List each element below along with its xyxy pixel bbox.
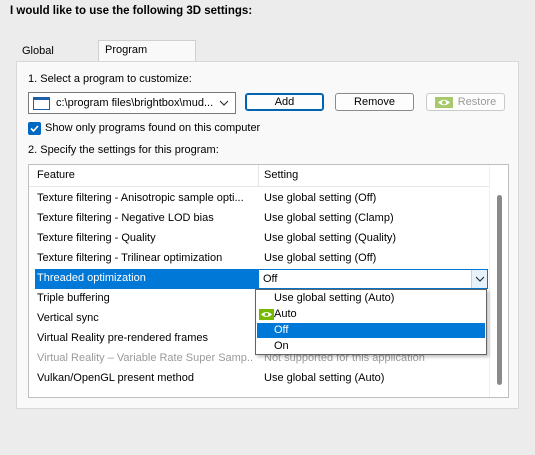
restore-button[interactable]: Restore: [426, 93, 505, 111]
setting-cell: Use global setting (Off): [264, 252, 377, 264]
dropdown-option[interactable]: On: [257, 339, 485, 354]
vertical-scrollbar[interactable]: [489, 165, 508, 397]
nvidia-logo-icon: [434, 96, 453, 108]
table-row[interactable]: Texture filtering - Negative LOD bias Us…: [29, 209, 489, 229]
add-button[interactable]: Add: [245, 93, 324, 111]
settings-grid: Feature Setting Texture filtering - Anis…: [28, 164, 509, 398]
table-row[interactable]: Vulkan/OpenGL present method Use global …: [29, 369, 489, 389]
setting-cell: Use global setting (Quality): [264, 232, 397, 244]
feature-cell: Triple buffering: [37, 292, 110, 304]
setting-column-header[interactable]: Setting: [264, 169, 298, 181]
program-select-value: c:\program files\brightbox\mud...: [56, 97, 214, 109]
chevron-down-icon: [475, 276, 485, 282]
program-icon: [33, 96, 50, 110]
grid-header: Feature Setting: [29, 165, 489, 187]
check-icon: [30, 125, 39, 133]
setting-cell: Use global setting (Clamp): [264, 212, 394, 224]
dropdown-option[interactable]: Use global setting (Auto): [257, 291, 485, 306]
select-program-label: 1. Select a program to customize:: [28, 73, 192, 85]
scrollbar-thumb[interactable]: [497, 195, 502, 385]
table-row[interactable]: Texture filtering - Trilinear optimizati…: [29, 249, 489, 269]
option-label: Off: [274, 324, 289, 336]
feature-cell: Texture filtering - Anisotropic sample o…: [37, 192, 244, 204]
tab-program-settings[interactable]: Program Settings: [98, 40, 196, 75]
show-only-checkbox[interactable]: [28, 122, 41, 135]
option-label: On: [274, 340, 289, 352]
nvidia-logo-icon: [259, 309, 274, 320]
remove-button[interactable]: Remove: [335, 93, 414, 111]
feature-cell: Texture filtering - Trilinear optimizati…: [37, 252, 223, 264]
dropdown-option-selected[interactable]: Off: [257, 323, 485, 338]
table-row-selected[interactable]: Threaded optimization Off: [29, 269, 489, 289]
option-label: Auto: [274, 308, 297, 320]
specify-settings-label: 2. Specify the settings for this program…: [28, 144, 219, 156]
column-divider[interactable]: [258, 165, 259, 187]
feature-column-header[interactable]: Feature: [37, 169, 75, 181]
setting-combo[interactable]: Off: [258, 269, 488, 289]
feature-cell: Virtual Reality pre-rendered frames: [37, 332, 208, 344]
combo-dropdown-button[interactable]: [471, 270, 487, 288]
setting-dropdown-list: Use global setting (Auto) Auto Off On: [255, 289, 487, 355]
page-heading: I would like to use the following 3D set…: [10, 5, 253, 17]
tab-global-settings[interactable]: Global Settings: [16, 42, 98, 76]
table-row[interactable]: Texture filtering - Anisotropic sample o…: [29, 189, 489, 209]
option-label: Use global setting (Auto): [274, 292, 395, 304]
restore-label: Restore: [457, 96, 497, 108]
feature-cell: Texture filtering - Negative LOD bias: [37, 212, 214, 224]
feature-cell: Virtual Reality – Variable Rate Super Sa…: [37, 352, 253, 364]
show-only-label[interactable]: Show only programs found on this compute…: [45, 122, 260, 134]
program-select[interactable]: c:\program files\brightbox\mud...: [28, 92, 236, 114]
feature-cell: Vulkan/OpenGL present method: [37, 372, 194, 384]
setting-cell: Use global setting (Auto): [264, 372, 385, 384]
dropdown-option[interactable]: Auto: [257, 307, 485, 322]
feature-cell: Vertical sync: [37, 312, 99, 324]
setting-cell: Use global setting (Off): [264, 192, 377, 204]
feature-cell: Texture filtering - Quality: [37, 232, 156, 244]
chevron-down-icon: [219, 100, 229, 106]
program-settings-panel: 1. Select a program to customize: c:\pro…: [16, 61, 519, 409]
feature-cell: Threaded optimization: [37, 272, 146, 284]
setting-combo-value: Off: [263, 273, 278, 285]
table-row[interactable]: Texture filtering - Quality Use global s…: [29, 229, 489, 249]
